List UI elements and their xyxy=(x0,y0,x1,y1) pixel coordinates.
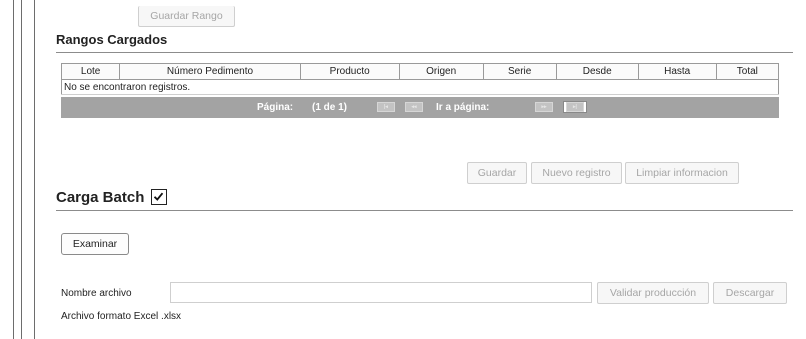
pager-last-button[interactable]: ▸| xyxy=(566,102,584,112)
col-header-origen[interactable]: Origen xyxy=(398,63,484,80)
nombre-archivo-input[interactable] xyxy=(170,282,592,303)
pager-page-label: Página: xyxy=(257,102,294,113)
frame-line-left-1 xyxy=(13,0,14,339)
carga-batch-divider xyxy=(56,210,793,211)
guardar-rango-button[interactable]: Guardar Rango xyxy=(138,6,235,27)
checkmark-icon xyxy=(153,192,164,201)
limpiar-informacion-button[interactable]: Limpiar informacion xyxy=(625,162,739,184)
col-header-producto[interactable]: Producto xyxy=(299,63,400,80)
frame-line-left-3 xyxy=(34,0,35,339)
carga-batch-checkbox[interactable] xyxy=(151,189,167,205)
table-pager: Página: (1 de 1) |◂ ◂◂ Ir a página: ▸▸ ▸… xyxy=(61,97,779,118)
col-header-lote[interactable]: Lote xyxy=(60,63,121,80)
rangos-divider xyxy=(56,52,793,53)
table-row: No se encontraron registros. xyxy=(61,79,779,95)
guardar-button[interactable]: Guardar xyxy=(467,162,527,184)
pager-next-button[interactable]: ▸▸ xyxy=(535,102,553,112)
pager-goto-label: Ir a página: xyxy=(436,102,490,113)
formato-note: Archivo formato Excel .xlsx xyxy=(61,311,182,322)
nuevo-registro-button[interactable]: Nuevo registro xyxy=(531,162,622,184)
carga-batch-title: Carga Batch xyxy=(56,189,145,206)
rangos-table: Lote Número Pedimento Producto Origen Se… xyxy=(60,63,780,95)
table-header-row: Lote Número Pedimento Producto Origen Se… xyxy=(60,63,780,80)
nombre-archivo-label: Nombre archivo xyxy=(61,288,132,299)
col-header-desde[interactable]: Desde xyxy=(555,63,639,80)
col-header-hasta[interactable]: Hasta xyxy=(637,63,717,80)
empty-message: No se encontraron registros. xyxy=(61,79,779,95)
rangos-cargados-title: Rangos Cargados xyxy=(56,32,168,47)
col-header-numero-pedimento[interactable]: Número Pedimento xyxy=(119,63,301,80)
examinar-button[interactable]: Examinar xyxy=(61,233,129,255)
col-header-total[interactable]: Total xyxy=(715,63,780,80)
pager-first-button[interactable]: |◂ xyxy=(377,102,395,112)
pager-page-info: (1 de 1) xyxy=(312,102,348,113)
frame-line-left-2 xyxy=(21,0,22,339)
validar-produccion-button[interactable]: Validar producción xyxy=(597,282,709,304)
col-header-serie[interactable]: Serie xyxy=(482,63,557,80)
pager-prev-button[interactable]: ◂◂ xyxy=(405,102,423,112)
descargar-button[interactable]: Descargar xyxy=(713,282,787,304)
